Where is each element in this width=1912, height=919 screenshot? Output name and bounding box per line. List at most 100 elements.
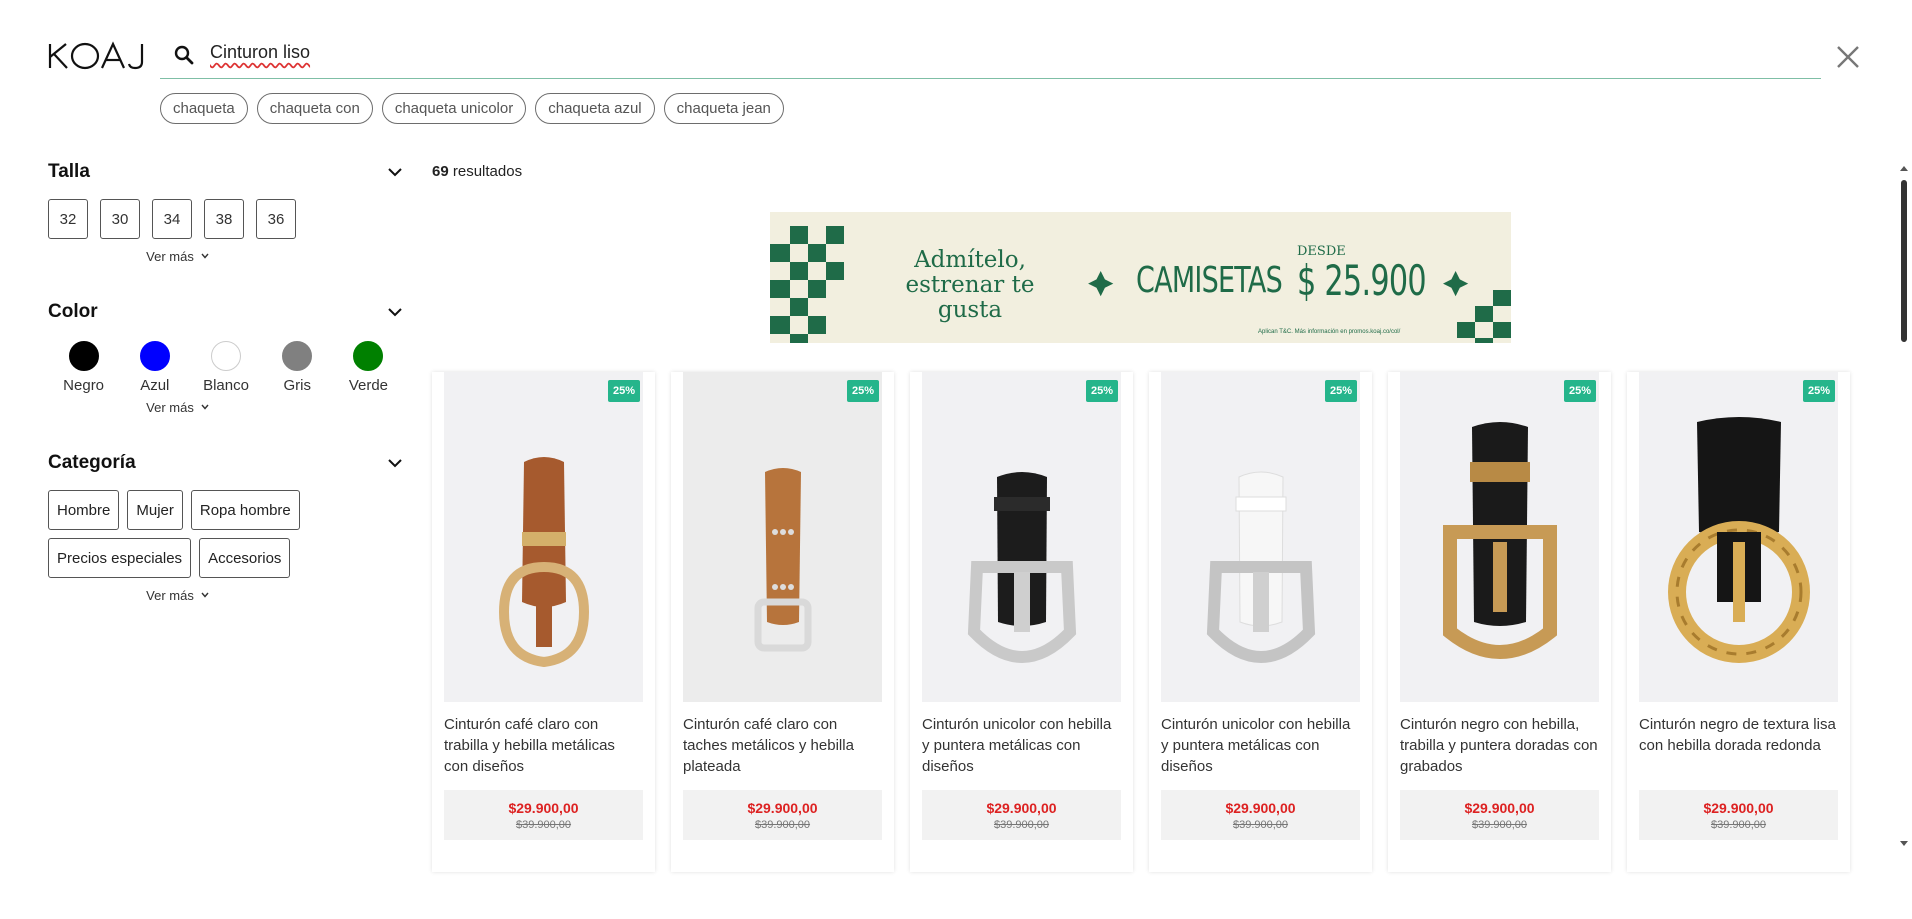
price-box: $29.900,00 $39.900,00: [1161, 790, 1360, 840]
chevron-down-icon: [201, 253, 209, 259]
category-option[interactable]: Accesorios: [199, 538, 291, 578]
ver-mas-button[interactable]: Ver más: [48, 398, 308, 416]
results-label: resultados: [452, 163, 523, 180]
scroll-down-arrow[interactable]: [1900, 841, 1908, 846]
search-input[interactable]: Cinturon liso: [210, 42, 1810, 70]
product-name[interactable]: Cinturón negro con hebilla, trabilla y p…: [1400, 714, 1599, 778]
banner-line1: Admítelo,: [914, 247, 1026, 273]
original-price: $39.900,00: [754, 818, 811, 831]
size-option[interactable]: 38: [204, 199, 244, 239]
suggestion-chip[interactable]: chaqueta azul: [535, 93, 655, 124]
chevron-down-icon[interactable]: [386, 163, 404, 181]
product-name[interactable]: Cinturón unicolor con hebilla y puntera …: [1161, 714, 1360, 778]
promo-banner[interactable]: Admítelo, estrenar te gusta CAMISETAS DE…: [770, 212, 1511, 343]
discount-badge: 25%: [1324, 380, 1357, 402]
product-image[interactable]: 25%: [922, 372, 1121, 702]
color-option-blanco[interactable]: Blanco: [190, 341, 261, 394]
scroll-thumb[interactable]: [1901, 180, 1907, 342]
product-image[interactable]: 25%: [1161, 372, 1360, 702]
sale-price: $29.900,00: [1464, 799, 1535, 816]
color-label: Verde: [348, 377, 389, 394]
discount-badge: 25%: [846, 380, 879, 402]
sale-price: $29.900,00: [986, 799, 1057, 816]
chevron-down-icon[interactable]: [386, 303, 404, 321]
product-grid: 25% Cinturón café claro con trabilla y h…: [432, 372, 1850, 872]
close-search-icon[interactable]: [1835, 44, 1861, 70]
product-image[interactable]: 25%: [1639, 372, 1838, 702]
color-option-verde[interactable]: Verde: [333, 341, 404, 394]
product-image[interactable]: 25%: [683, 372, 882, 702]
product-image[interactable]: 25%: [444, 372, 643, 702]
ver-mas-label: Ver más: [146, 399, 194, 415]
discount-badge: 25%: [607, 380, 640, 402]
results-scrollbar[interactable]: [1898, 162, 1910, 852]
category-option[interactable]: Ropa hombre: [190, 490, 300, 530]
sale-price: $29.900,00: [508, 799, 579, 816]
suggestion-chip[interactable]: chaqueta jean: [663, 93, 784, 124]
ver-mas-label: Ver más: [146, 587, 194, 603]
discount-badge: 25%: [1802, 380, 1835, 402]
banner-price: $ 25.900: [1297, 256, 1427, 305]
color-swatch: [68, 341, 99, 371]
suggestion-chip[interactable]: chaqueta unicolor: [381, 93, 527, 124]
banner-headline: CAMISETAS: [1136, 260, 1283, 301]
size-option[interactable]: 30: [100, 199, 140, 239]
search-query-text: Cinturon liso: [210, 42, 311, 62]
koaj-logo[interactable]: [47, 40, 151, 72]
sale-price: $29.900,00: [747, 799, 818, 816]
original-price: $39.900,00: [515, 818, 572, 831]
ver-mas-label: Ver más: [146, 248, 194, 264]
facet-color-header[interactable]: Color: [48, 295, 404, 329]
facet-categoria-header[interactable]: Categoría: [48, 446, 404, 480]
color-label: Negro: [63, 377, 105, 394]
color-option-gris[interactable]: Gris: [262, 341, 333, 394]
facet-title: Categoría: [48, 452, 136, 473]
color-option-negro[interactable]: Negro: [48, 341, 119, 394]
facet-talla: Talla 32 30 34 38 36 Ver más: [48, 155, 404, 265]
price-box: $29.900,00 $39.900,00: [1400, 790, 1599, 840]
size-option[interactable]: 36: [256, 199, 296, 239]
product-card[interactable]: 25% Cinturón unicolor con hebilla y punt…: [910, 372, 1133, 872]
size-option[interactable]: 32: [48, 199, 88, 239]
product-card[interactable]: 25% Cinturón negro con hebilla, trabilla…: [1388, 372, 1611, 872]
product-name[interactable]: Cinturón café claro con taches metálicos…: [683, 714, 882, 778]
product-name[interactable]: Cinturón café claro con trabilla y hebil…: [444, 714, 643, 778]
product-card[interactable]: 25% Cinturón café claro con taches metál…: [671, 372, 894, 872]
color-label: Gris: [283, 377, 311, 394]
product-image[interactable]: 25%: [1400, 372, 1599, 702]
ver-mas-button[interactable]: Ver más: [48, 247, 308, 265]
color-swatch: [211, 341, 241, 371]
original-price: $39.900,00: [1471, 818, 1528, 831]
facet-talla-header[interactable]: Talla: [48, 155, 404, 189]
color-swatch: [353, 341, 384, 371]
color-swatch: [282, 341, 313, 371]
product-card[interactable]: 25% Cinturón unicolor con hebilla y punt…: [1149, 372, 1372, 872]
product-card[interactable]: 25% Cinturón café claro con trabilla y h…: [432, 372, 655, 872]
banner-line2: estrenar te gusta: [905, 272, 1035, 323]
search-suggestions: chaqueta chaqueta con chaqueta unicolor …: [160, 93, 784, 124]
search-icon[interactable]: [173, 44, 195, 66]
scroll-up-arrow[interactable]: [1900, 166, 1908, 171]
product-card[interactable]: 25% Cinturón negro de textura lisa con h…: [1627, 372, 1850, 872]
color-label: Azul: [140, 377, 170, 394]
chevron-down-icon[interactable]: [386, 454, 404, 472]
results-number: 69: [432, 163, 449, 180]
ver-mas-button[interactable]: Ver más: [48, 586, 308, 604]
original-price: $39.900,00: [1710, 818, 1767, 831]
category-option[interactable]: Precios especiales: [48, 538, 192, 578]
banner-legal: Aplican T&C. Más información en promos.k…: [1258, 329, 1401, 335]
suggestion-chip[interactable]: chaqueta con: [256, 93, 373, 124]
discount-badge: 25%: [1563, 380, 1596, 402]
price-box: $29.900,00 $39.900,00: [922, 790, 1121, 840]
product-name[interactable]: Cinturón unicolor con hebilla y puntera …: [922, 714, 1121, 778]
size-option[interactable]: 34: [152, 199, 192, 239]
product-name[interactable]: Cinturón negro de textura lisa con hebil…: [1639, 714, 1838, 778]
color-option-azul[interactable]: Azul: [119, 341, 190, 394]
suggestion-chip[interactable]: chaqueta: [160, 93, 248, 124]
category-option[interactable]: Mujer: [127, 490, 183, 530]
price-box: $29.900,00 $39.900,00: [683, 790, 882, 840]
results-count: 69 resultados: [432, 163, 522, 180]
sale-price: $29.900,00: [1703, 799, 1774, 816]
category-option[interactable]: Hombre: [48, 490, 120, 530]
chevron-down-icon: [201, 592, 209, 598]
